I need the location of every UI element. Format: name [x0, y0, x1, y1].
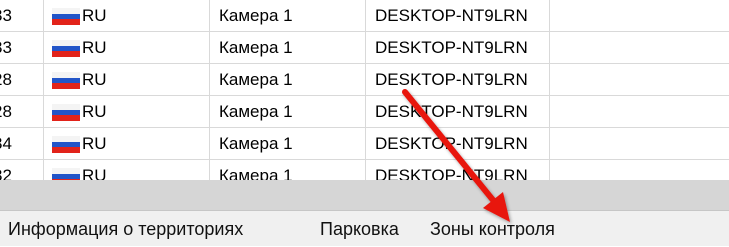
- country-code: RU: [82, 166, 107, 180]
- row-number: 32: [0, 160, 44, 180]
- grid-empty-area: [0, 180, 729, 210]
- row-number: 33: [0, 32, 44, 63]
- tab-control-zones[interactable]: Зоны контроля: [430, 211, 555, 247]
- row-number: 33: [0, 0, 44, 31]
- table-row[interactable]: 33 RU Камера 1 DESKTOP-NT9LRN: [0, 32, 729, 64]
- host-name: DESKTOP-NT9LRN: [366, 128, 550, 159]
- country-code: RU: [82, 70, 107, 89]
- table-row[interactable]: 28 RU Камера 1 DESKTOP-NT9LRN: [0, 64, 729, 96]
- russia-flag-icon: [52, 104, 80, 121]
- camera-name: Камера 1: [210, 64, 366, 95]
- camera-name: Камера 1: [210, 96, 366, 127]
- country-code: RU: [82, 134, 107, 153]
- row-number: 34: [0, 128, 44, 159]
- table-row[interactable]: 33 RU Камера 1 DESKTOP-NT9LRN: [0, 0, 729, 32]
- events-grid: 33 RU Камера 1 DESKTOP-NT9LRN 33 RU Каме…: [0, 0, 729, 180]
- row-number: 28: [0, 64, 44, 95]
- country-cell: RU: [44, 64, 210, 95]
- table-row[interactable]: 28 RU Камера 1 DESKTOP-NT9LRN: [0, 96, 729, 128]
- tab-parking[interactable]: Парковка: [320, 211, 399, 247]
- table-row[interactable]: 32 RU Камера 1 DESKTOP-NT9LRN: [0, 160, 729, 180]
- russia-flag-icon: [52, 40, 80, 57]
- country-cell: RU: [44, 0, 210, 31]
- russia-flag-icon: [52, 168, 80, 180]
- russia-flag-icon: [52, 8, 80, 25]
- tab-territory-info[interactable]: Информация о территориях: [8, 211, 243, 247]
- camera-name: Камера 1: [210, 32, 366, 63]
- country-cell: RU: [44, 160, 210, 180]
- bottom-tab-bar: Информация о территориях Парковка Зоны к…: [0, 210, 729, 246]
- host-name: DESKTOP-NT9LRN: [366, 0, 550, 31]
- host-name: DESKTOP-NT9LRN: [366, 160, 550, 180]
- russia-flag-icon: [52, 136, 80, 153]
- camera-name: Камера 1: [210, 0, 366, 31]
- camera-name: Камера 1: [210, 160, 366, 180]
- host-name: DESKTOP-NT9LRN: [366, 32, 550, 63]
- host-name: DESKTOP-NT9LRN: [366, 96, 550, 127]
- table-row[interactable]: 34 RU Камера 1 DESKTOP-NT9LRN: [0, 128, 729, 160]
- row-number: 28: [0, 96, 44, 127]
- country-cell: RU: [44, 128, 210, 159]
- country-cell: RU: [44, 32, 210, 63]
- country-code: RU: [82, 6, 107, 25]
- country-cell: RU: [44, 96, 210, 127]
- country-code: RU: [82, 38, 107, 57]
- country-code: RU: [82, 102, 107, 121]
- host-name: DESKTOP-NT9LRN: [366, 64, 550, 95]
- russia-flag-icon: [52, 72, 80, 89]
- camera-name: Камера 1: [210, 128, 366, 159]
